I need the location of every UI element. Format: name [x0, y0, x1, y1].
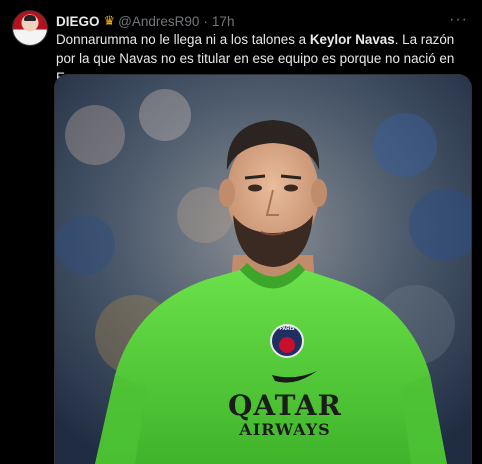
more-options-icon[interactable]: ··· — [449, 11, 468, 29]
avatar[interactable] — [12, 10, 48, 46]
timestamp[interactable]: 17h — [212, 14, 235, 29]
crest-label: PARIS — [279, 326, 295, 332]
tweet-text-part: Donnarumma no le llega ni a los talones … — [56, 32, 310, 47]
sponsor-line-2: AIRWAYS — [239, 420, 331, 439]
mention-bold: Keylor Navas — [309, 32, 395, 47]
author-name[interactable]: DIEGO — [56, 14, 100, 29]
tweet-card[interactable]: DIEGO ♛ @AndresR90 · 17h ··· Donnarumma … — [0, 0, 482, 464]
crown-icon: ♛ — [103, 13, 116, 28]
separator-dot: · — [203, 13, 208, 29]
avatar-hair — [24, 15, 36, 21]
tweet-photo[interactable]: PARIS QATAR AIRWAYS — [54, 74, 472, 464]
tweet-header: DIEGO ♛ @AndresR90 · 17h — [56, 11, 234, 31]
sponsor-line-1: QATAR — [228, 389, 342, 422]
author-handle[interactable]: @AndresR90 — [118, 14, 199, 29]
